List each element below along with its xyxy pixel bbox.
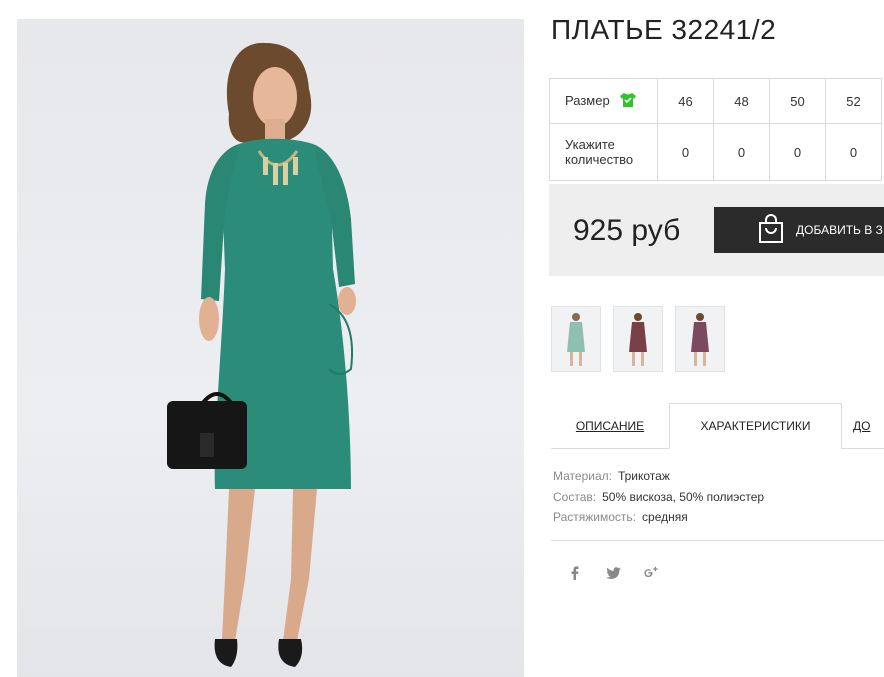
size-label: Размер (565, 92, 610, 108)
product-tabs: ОПИСАНИЕ ХАРАКТЕРИСТИКИ ДО (551, 403, 884, 449)
spec-label: Состав: (553, 489, 597, 504)
dress-illustration (167, 42, 356, 667)
spec-value: 50% вискоза, 50% полиэстер (602, 489, 765, 504)
price: 925 руб (573, 214, 681, 247)
spec-value: средняя (642, 510, 688, 524)
tab-description[interactable]: ОПИСАНИЕ (551, 403, 669, 448)
twitter-icon[interactable] (605, 565, 621, 581)
google-plus-icon[interactable] (643, 565, 659, 581)
tshirt-check-icon (619, 92, 637, 111)
mint-dress-thumbnail[interactable] (551, 306, 601, 372)
characteristics-list: Материал: Трикотаж Состав: 50% вискоза, 50… (553, 466, 764, 528)
spec-value: Трикотаж (617, 469, 670, 483)
quantity-row: Укажите количество 0 0 0 0 (549, 123, 882, 181)
size-label-cell: Размер (549, 78, 658, 124)
product-title: ПЛАТЬЕ 32241/2 (551, 14, 777, 45)
main-product-photo (17, 19, 524, 677)
size-option[interactable]: 50 (769, 78, 826, 124)
burgundy-dress-thumbnail[interactable] (613, 306, 663, 372)
shopping-bag-icon (758, 213, 784, 247)
quantity-input[interactable]: 0 (657, 123, 714, 181)
plum-dress-thumbnail[interactable] (675, 306, 725, 372)
add-to-cart-button[interactable]: ДОБАВИТЬ В З (714, 207, 884, 253)
size-quantity-table: Размер 46 48 50 52 Укажите количество 0 … (549, 78, 882, 181)
tab-delivery[interactable]: ДО (853, 403, 884, 448)
tab-characteristics[interactable]: ХАРАКТЕРИСТИКИ (669, 403, 842, 449)
spec-label: Растяжимость: (553, 510, 637, 524)
social-share (567, 565, 659, 581)
spec-label: Материал: (553, 469, 612, 483)
facebook-icon[interactable] (567, 565, 583, 581)
size-option[interactable]: 52 (825, 78, 882, 124)
size-row: Размер 46 48 50 52 (549, 78, 882, 124)
quantity-label-line2: количество (565, 152, 634, 167)
spec-row: Растяжимость: средняя (553, 507, 764, 528)
divider (551, 540, 884, 541)
quantity-label-cell: Укажите количество (549, 123, 658, 181)
thumbnail-gallery (551, 306, 725, 372)
size-option[interactable]: 48 (713, 78, 770, 124)
add-to-cart-label: ДОБАВИТЬ В З (796, 223, 883, 237)
quantity-input[interactable]: 0 (769, 123, 826, 181)
quantity-input[interactable]: 0 (713, 123, 770, 181)
quantity-input[interactable]: 0 (825, 123, 882, 181)
size-option[interactable]: 46 (657, 78, 714, 124)
quantity-label-line1: Укажите (565, 137, 615, 152)
spec-row: Материал: Трикотаж (553, 466, 764, 487)
purchase-panel: 925 руб ДОБАВИТЬ В З (549, 184, 884, 276)
spec-row: Состав: 50% вискоза, 50% полиэстер (553, 487, 764, 508)
